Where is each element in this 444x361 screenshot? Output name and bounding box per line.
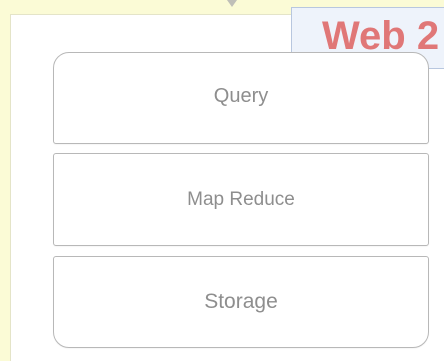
layer-label: Query xyxy=(213,84,269,107)
diagram-canvas: Web 2 Query Map Reduce Storage xyxy=(10,7,444,361)
layer-label: Storage xyxy=(204,290,278,313)
diagram-title: Web 2 xyxy=(322,14,440,58)
layer-storage: Storage xyxy=(53,256,429,348)
layer-query: Query xyxy=(53,52,429,144)
layer-label: Map Reduce xyxy=(187,188,295,210)
arrow-tip-icon xyxy=(227,0,237,7)
layer-map-reduce: Map Reduce xyxy=(53,153,429,246)
